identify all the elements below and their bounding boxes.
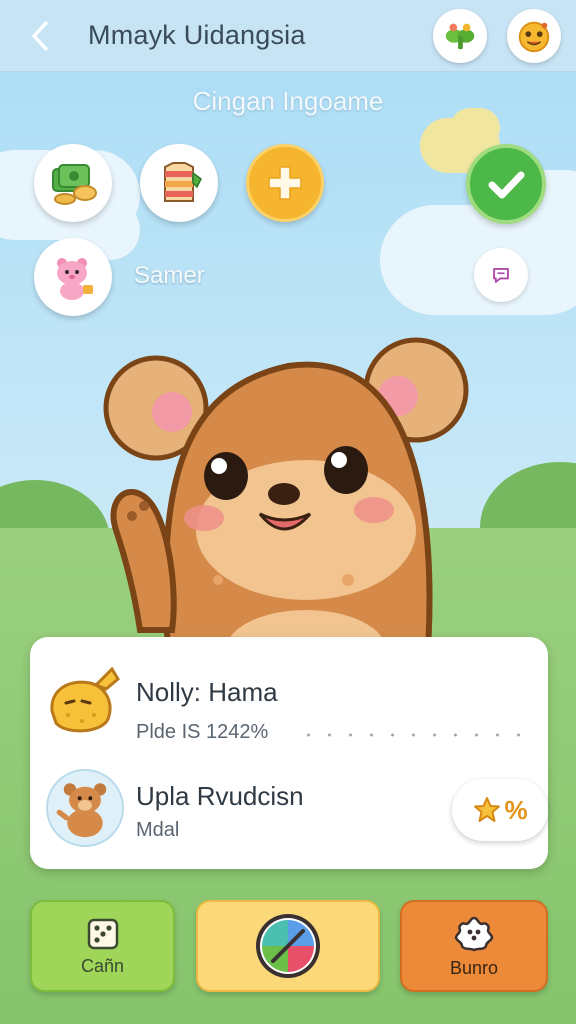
badge-button-label: Bunro: [449, 957, 499, 978]
chat-icon: [493, 267, 509, 283]
add-button[interactable]: [246, 144, 324, 222]
dotted-divider: [298, 733, 530, 737]
shirt-icon: [164, 162, 202, 202]
chick-icon: [50, 666, 120, 733]
subtitle: Cingan Ingoame: [192, 86, 384, 116]
emoji-face-icon: [518, 21, 550, 53]
badge-button[interactable]: Bunro: [400, 900, 548, 992]
colorful-ball-icon: [256, 914, 320, 978]
play-ball-button[interactable]: [196, 900, 380, 992]
top-bar: Mmayk Uidangsia: [0, 0, 576, 72]
check-icon: [488, 171, 525, 199]
dice-button-label: Cañn: [80, 955, 125, 976]
bear-character: [103, 337, 469, 650]
rating-label: %: [504, 794, 528, 825]
row2-name: Upla Rvudcisn: [136, 781, 304, 811]
page-title: Mmayk Uidangsia: [88, 20, 306, 50]
emoji-button[interactable]: [507, 9, 561, 63]
plant-icon: [445, 23, 475, 50]
back-button[interactable]: [22, 16, 58, 56]
bear-avatar-icon: [56, 783, 107, 838]
cash-icon: [52, 164, 97, 205]
dice-icon: [87, 918, 118, 949]
chat-button[interactable]: [474, 248, 528, 302]
dice-button[interactable]: Cañn: [30, 900, 175, 992]
flower-badge-icon: [454, 916, 494, 951]
pet-avatar-button[interactable]: [34, 238, 112, 316]
pet-name-label: Samer: [134, 262, 205, 289]
cash-button[interactable]: [34, 144, 112, 222]
info-card: Nolly: Hama Plde IS 1242% Upla Rvudcisn …: [30, 637, 548, 869]
row1-name: Nolly: Hama: [136, 677, 278, 707]
row2-avatar: [46, 769, 124, 847]
shirt-button[interactable]: [140, 144, 218, 222]
plus-icon: [268, 166, 302, 200]
star-icon: [474, 797, 501, 822]
rating-button[interactable]: %: [452, 779, 548, 841]
confirm-button[interactable]: [466, 144, 546, 224]
pink-cat-icon: [57, 258, 93, 300]
row1-avatar: [46, 663, 126, 743]
plant-button[interactable]: [433, 9, 487, 63]
row2-detail: Mdal: [136, 819, 180, 841]
row1-detail: Plde IS 1242%: [136, 721, 269, 743]
chevron-left-icon: [32, 21, 48, 51]
